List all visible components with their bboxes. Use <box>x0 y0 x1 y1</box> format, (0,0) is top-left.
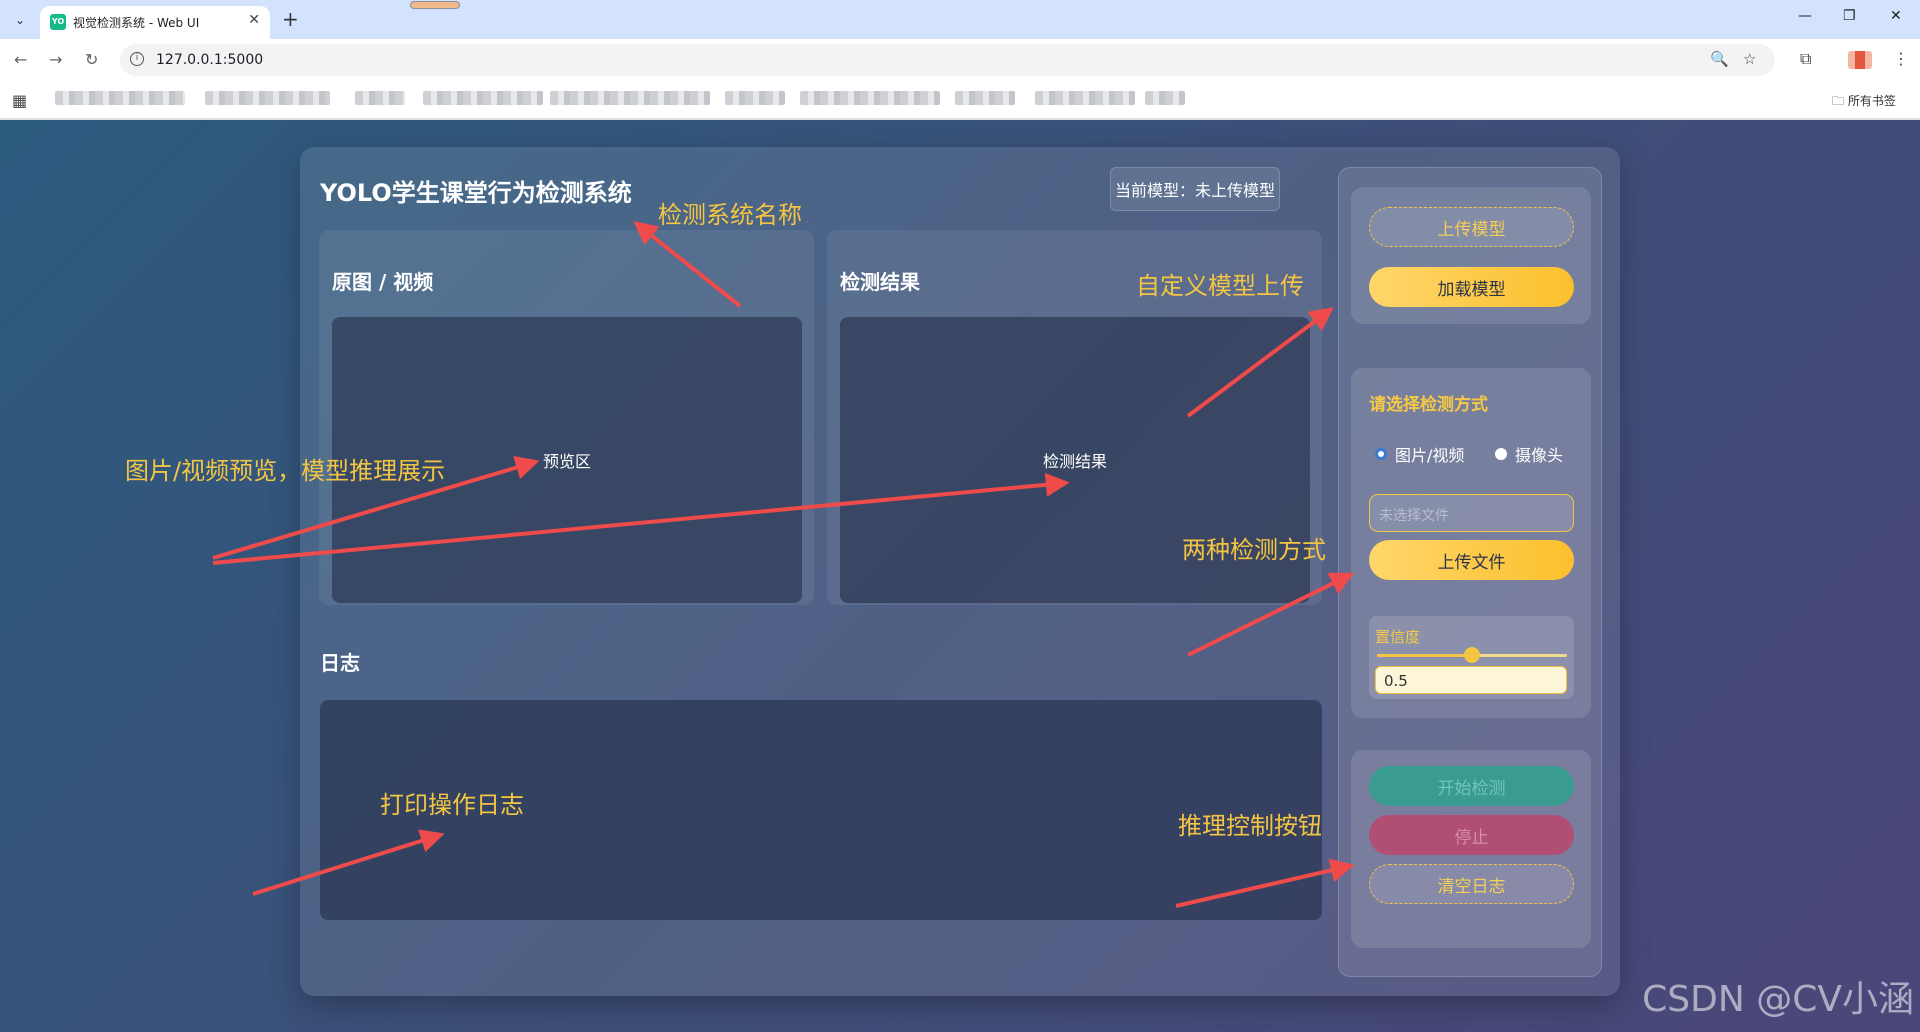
bookmark-item[interactable] <box>1035 91 1135 105</box>
bookmark-item[interactable] <box>55 91 185 105</box>
tab-close-icon[interactable]: ✕ <box>248 12 260 28</box>
forward-icon[interactable]: → <box>49 50 62 69</box>
bookmark-item[interactable] <box>355 91 405 105</box>
new-tab-icon[interactable]: + <box>282 7 299 31</box>
annotation-system-name: 检测系统名称 <box>658 201 802 229</box>
watermark: CSDN @CV小涵 <box>1642 979 1914 1020</box>
page-title: YOLO学生课堂行为检测系统 <box>320 179 632 207</box>
mode-radio-image-video[interactable]: 图片/视频 <box>1375 442 1464 466</box>
bookmark-item[interactable] <box>423 91 543 105</box>
menu-kebab-icon[interactable]: ⋮ <box>1893 49 1909 68</box>
bookmark-item[interactable] <box>205 91 330 105</box>
result-placeholder: 检测结果 <box>1042 452 1107 471</box>
load-model-button[interactable]: 加载模型 <box>1369 267 1574 307</box>
control-section: 开始检测 停止 清空日志 <box>1351 750 1591 948</box>
tab-favicon-icon: YO <box>50 14 66 30</box>
confidence-input[interactable]: 0.5 <box>1375 666 1567 694</box>
browser-tabstrip: ⌄ YO 视觉检测系统 - Web UI ✕ + — ❐ ✕ <box>0 0 1920 39</box>
upload-file-button[interactable]: 上传文件 <box>1369 540 1574 580</box>
browser-tab[interactable]: YO 视觉检测系统 - Web UI ✕ <box>40 6 270 39</box>
url-text[interactable]: 127.0.0.1:5000 <box>156 52 263 68</box>
window-close-icon[interactable]: ✕ <box>1890 8 1902 24</box>
bookmark-star-icon[interactable]: ☆ <box>1743 50 1756 68</box>
file-name-field[interactable]: 未选择文件 <box>1369 494 1574 532</box>
page-background: YOLO学生课堂行为检测系统 当前模型：未上传模型 原图 / 视频 预览区 检测… <box>0 120 1920 1032</box>
bookmark-item[interactable] <box>725 91 785 105</box>
log-title: 日志 <box>320 651 360 675</box>
confidence-slider-fill <box>1377 654 1472 657</box>
bookmark-item[interactable] <box>1145 91 1185 105</box>
confidence-slider[interactable] <box>1377 647 1567 663</box>
radio-checked-icon <box>1375 448 1387 460</box>
minimize-icon[interactable]: — <box>1798 8 1812 24</box>
annotation-two-modes: 两种检测方式 <box>1182 536 1326 564</box>
annotation-custom-model: 自定义模型上传 <box>1136 272 1304 300</box>
bookmark-item[interactable] <box>550 91 710 105</box>
browser-toolbar: ← → ↻ i 127.0.0.1:5000 🔍 ☆ ⧉ ⋮ <box>0 39 1920 81</box>
all-bookmarks-label: 所有书签 <box>1847 94 1896 108</box>
upload-model-button[interactable]: 上传模型 <box>1369 207 1574 247</box>
mode-label-camera: 摄像头 <box>1515 446 1564 465</box>
confidence-label: 置信度 <box>1375 628 1421 646</box>
tabstrip-drag-handle[interactable] <box>410 1 460 9</box>
bookmarks-bar: ▦ 🗀 所有书签 <box>0 81 1920 119</box>
clear-log-button[interactable]: 清空日志 <box>1369 864 1574 904</box>
mode-section-title: 请选择检测方式 <box>1369 395 1488 415</box>
bookmark-item[interactable] <box>800 91 940 105</box>
bookmark-item[interactable] <box>955 91 1015 105</box>
current-model-badge: 当前模型：未上传模型 <box>1110 167 1280 211</box>
stop-button[interactable]: 停止 <box>1369 815 1574 855</box>
extensions-icon[interactable]: ⧉ <box>1800 49 1811 69</box>
confidence-box: 置信度 0.5 <box>1369 616 1574 699</box>
annotation-control: 推理控制按钮 <box>1178 812 1322 840</box>
control-sidebar: 上传模型 加载模型 请选择检测方式 图片/视频 摄像头 未选择文件 上传文件 置… <box>1338 167 1602 977</box>
mode-label-image-video: 图片/视频 <box>1395 446 1465 465</box>
confidence-slider-thumb[interactable] <box>1464 647 1480 663</box>
mode-radio-camera[interactable]: 摄像头 <box>1495 442 1563 466</box>
profile-avatar[interactable] <box>1848 51 1872 69</box>
source-card-title: 原图 / 视频 <box>332 270 434 294</box>
tab-title: 视觉检测系统 - Web UI <box>73 16 200 30</box>
source-card: 原图 / 视频 预览区 <box>319 230 814 605</box>
mode-section: 请选择检测方式 图片/视频 摄像头 未选择文件 上传文件 置信度 0.5 <box>1351 368 1591 718</box>
back-icon[interactable]: ← <box>14 50 27 69</box>
radio-unchecked-icon <box>1495 448 1507 460</box>
restore-icon[interactable]: ❐ <box>1843 8 1856 24</box>
tab-search-menu-icon[interactable]: ⌄ <box>8 8 32 32</box>
result-card-title: 检测结果 <box>840 270 920 294</box>
reload-icon[interactable]: ↻ <box>85 50 98 69</box>
annotation-log: 打印操作日志 <box>380 791 524 819</box>
model-section: 上传模型 加载模型 <box>1351 187 1591 324</box>
preview-placeholder: 预览区 <box>542 452 591 471</box>
start-detect-button[interactable]: 开始检测 <box>1369 766 1574 806</box>
apps-grid-icon[interactable]: ▦ <box>12 91 27 110</box>
site-info-icon[interactable]: i <box>130 52 144 66</box>
zoom-icon[interactable]: 🔍 <box>1710 50 1729 68</box>
annotation-preview: 图片/视频预览，模型推理展示 <box>125 457 446 485</box>
address-bar[interactable]: i 127.0.0.1:5000 🔍 ☆ <box>120 44 1775 76</box>
all-bookmarks[interactable]: 🗀 所有书签 <box>1832 92 1896 113</box>
